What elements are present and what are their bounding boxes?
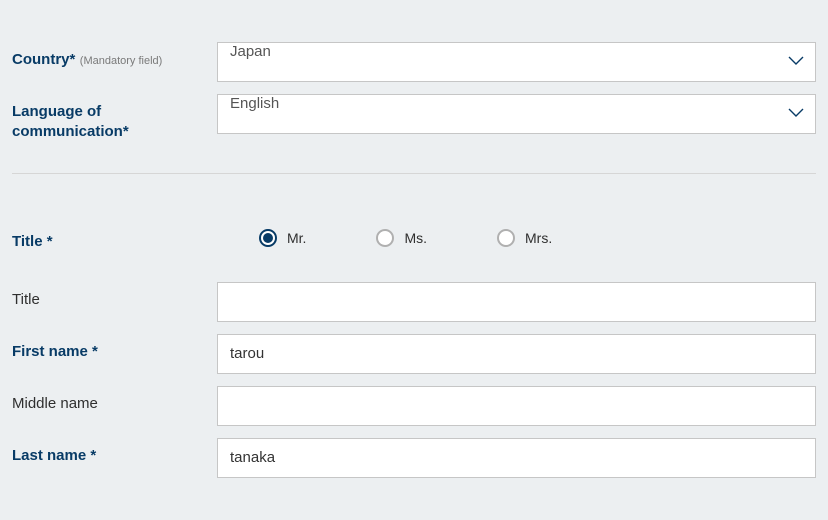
radio-mr[interactable]: Mr. <box>259 229 306 247</box>
section-divider <box>12 173 816 174</box>
radio-ms[interactable]: Ms. <box>376 229 427 247</box>
radio-label: Ms. <box>404 230 427 246</box>
language-label: Language of communication* <box>12 103 129 140</box>
first-name-input[interactable] <box>217 334 816 374</box>
radio-icon <box>497 229 515 247</box>
last-name-input[interactable] <box>217 438 816 478</box>
language-value: English <box>217 94 816 134</box>
radio-label: Mr. <box>287 230 306 246</box>
language-select[interactable]: English <box>217 94 816 134</box>
middle-name-label: Middle name <box>12 395 98 412</box>
country-select[interactable]: Japan <box>217 42 816 82</box>
first-name-label: First name * <box>12 343 98 360</box>
title-label: Title * <box>12 233 53 250</box>
radio-mrs[interactable]: Mrs. <box>497 229 552 247</box>
radio-label: Mrs. <box>525 230 552 246</box>
last-name-label: Last name * <box>12 447 96 464</box>
title-radio-group: Mr. Ms. Mrs. <box>217 225 816 251</box>
country-value: Japan <box>217 42 816 82</box>
radio-icon <box>259 229 277 247</box>
country-label: Country* <box>12 51 75 68</box>
title-input[interactable] <box>217 282 816 322</box>
title-text-label: Title <box>12 291 40 308</box>
country-hint: (Mandatory field) <box>80 55 163 67</box>
radio-icon <box>376 229 394 247</box>
middle-name-input[interactable] <box>217 386 816 426</box>
